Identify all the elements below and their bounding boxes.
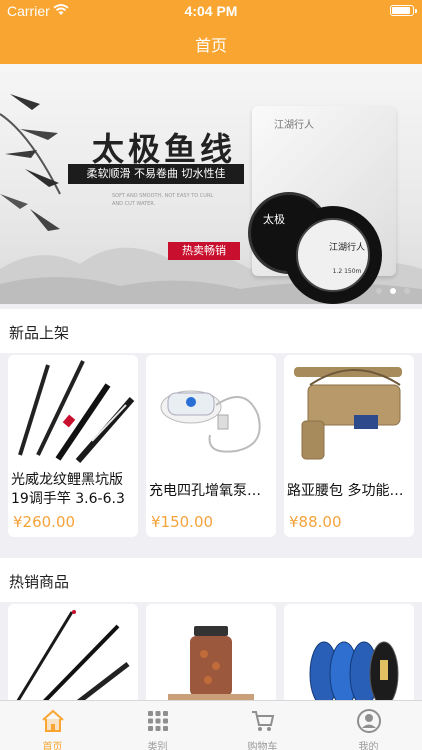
page-dot[interactable] [404,288,410,294]
tab-profile[interactable]: 我的 [316,701,421,750]
banner-english-text: SOFT AND SMOOTH, NOT EASY TO CURL AND CU… [112,193,214,207]
product-card[interactable] [146,604,276,714]
product-name: 充电四孔增氧泵钓鱼泵 [149,483,273,499]
product-card[interactable] [8,604,138,714]
tab-cart[interactable]: 购物车 [210,701,315,750]
new-products-row: 光威龙纹鲤黑坑版19调手竿 3.6-6.3米 ¥260.00 充电四孔增氧泵钓鱼… [0,353,422,543]
section-hot-title: 热销商品 [9,573,70,591]
hot-products-row [0,602,422,714]
clock: 4:04 PM [184,3,238,19]
status-bar: Carrier 4:04 PM [0,0,422,22]
tab-bar: 首页 类别 购物车 我的 [0,700,422,750]
battery-icon [390,5,417,16]
product-card[interactable]: 路亚腰包 多功能渔具包 ¥88.00 [284,355,414,537]
tab-category[interactable]: 类别 [105,701,210,750]
fishing-line-set-image [284,604,414,714]
page-title: 首页 [194,36,227,55]
fishing-rod-image [8,604,138,714]
package-label: 江湖行人 [274,120,314,131]
product-card[interactable] [284,604,414,714]
spool-label: 江湖行人 [328,243,365,253]
tackle-bag-image [284,355,414,465]
user-icon [357,709,381,733]
promo-banner[interactable]: 太极鱼线 柔软顺滑 不易卷曲 切水性佳 SOFT AND SMOOTH, NOT… [0,64,422,304]
product-name: 光威龙纹鲤黑坑版19调手竿 3.6-6.3米 [11,472,125,507]
product-card[interactable]: 光威龙纹鲤黑坑版19调手竿 3.6-6.3米 ¥260.00 [8,355,138,537]
tab-home[interactable]: 首页 [0,701,105,750]
banner-slogan: 柔软顺滑 不易卷曲 切水性佳 [68,164,244,184]
home-icon [42,709,64,732]
section-new-title: 新品上架 [9,324,70,342]
page-indicator[interactable] [376,288,410,294]
hot-sale-badge: 热卖畅销 [168,242,240,260]
product-price: ¥260.00 [13,513,76,531]
grid-icon [148,711,168,731]
bait-jar-image [146,604,276,714]
section-hot-header: 热销商品 [0,558,422,602]
air-pump-image [146,355,276,465]
product-price: ¥88.00 [289,513,342,531]
section-new-header: 新品上架 [0,309,422,353]
product-name: 路亚腰包 多功能渔具包 [287,483,411,499]
tab-profile-label: 我的 [358,742,379,750]
tab-home-label: 首页 [42,742,63,750]
spool-size: 1.2 150m [332,268,362,275]
cart-icon [252,711,275,731]
product-card[interactable]: 充电四孔增氧泵钓鱼泵 ¥150.00 [146,355,276,537]
spool-brand-label: 太极 [263,213,285,226]
tab-category-label: 类别 [147,742,168,750]
page-dot-active[interactable] [390,288,396,294]
fishing-line-spool: 江湖行人 1.2 150m [284,206,382,304]
product-price: ¥150.00 [151,513,214,531]
tab-cart-label: 购物车 [247,742,278,750]
fishing-rod-image [8,355,138,465]
navigation-bar: Carrier 4:04 PM 首页 [0,0,422,64]
page-dot[interactable] [376,288,382,294]
